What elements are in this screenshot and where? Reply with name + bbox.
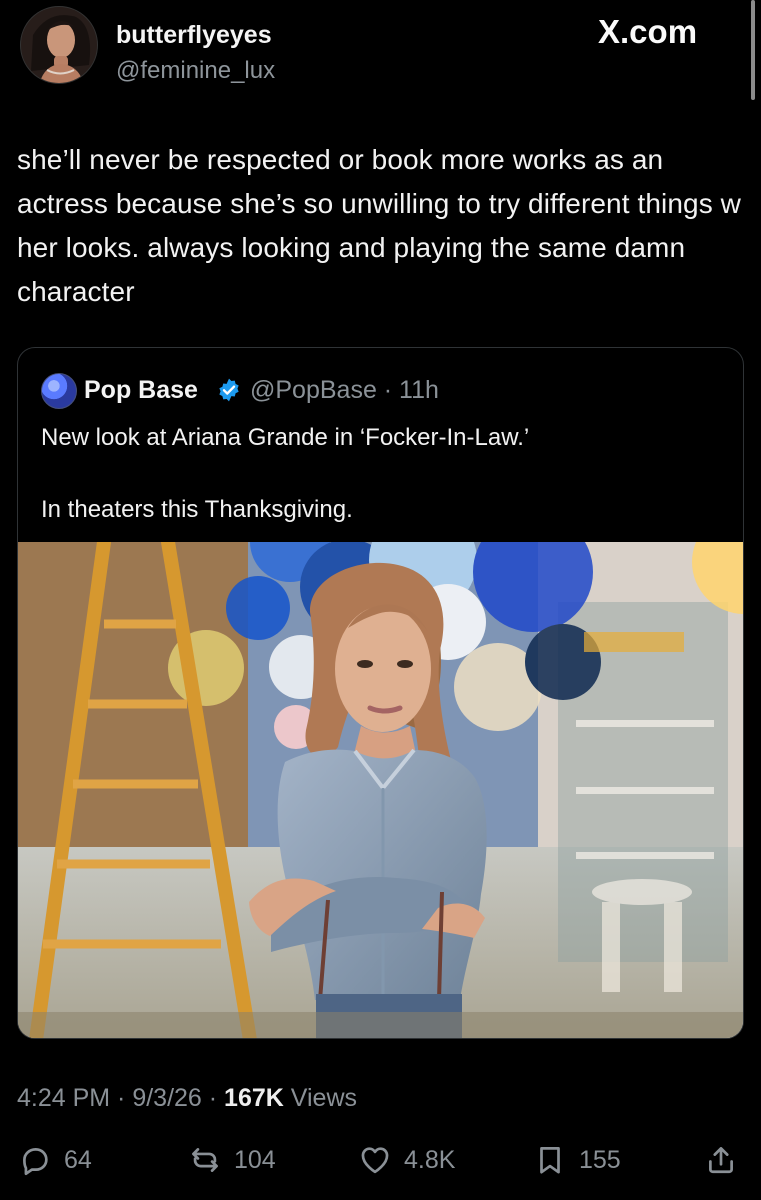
reply-button[interactable]: 64 — [18, 1136, 92, 1184]
display-name[interactable]: butterflyeyes — [116, 20, 272, 50]
views-count[interactable]: 167K — [224, 1084, 284, 1112]
heart-icon — [361, 1147, 389, 1174]
user-handle[interactable]: @feminine_lux — [116, 56, 275, 86]
tweet-actions-bar: 64 104 4.8K 155 — [0, 1136, 761, 1186]
avatar-photo — [31, 15, 91, 83]
quoted-tweet-card[interactable]: Pop Base @PopBase · 11h New look at Aria… — [17, 347, 744, 1039]
scrollbar[interactable] — [751, 0, 755, 100]
quoted-text-line-2: In theaters this Thanksgiving. — [41, 496, 353, 523]
timestamp-date[interactable]: 4:24 PM · 9/3/26 · — [17, 1084, 224, 1112]
quoted-tweet-header: Pop Base @PopBase · 11h — [41, 371, 721, 411]
bookmark-icon — [540, 1147, 560, 1174]
movie-still-photo — [18, 542, 743, 1038]
like-button[interactable]: 4.8K — [358, 1136, 455, 1184]
share-button[interactable] — [704, 1136, 738, 1184]
tweet-meta: 4:24 PM · 9/3/26 · 167K Views — [17, 1080, 357, 1116]
repost-button[interactable]: 104 — [188, 1136, 276, 1184]
bookmark-button[interactable]: 155 — [533, 1136, 621, 1184]
verified-badge-icon — [219, 378, 239, 402]
reply-icon — [23, 1148, 48, 1176]
bookmark-count: 155 — [579, 1145, 621, 1174]
tweet-text: she’ll never be respected or book more w… — [17, 144, 742, 307]
share-icon — [709, 1147, 733, 1174]
quoted-text-line-1: New look at Ariana Grande in ‘Focker-In-… — [41, 424, 530, 451]
avatar[interactable] — [20, 6, 98, 84]
x-com-label: X.com — [598, 13, 698, 50]
repost-count: 104 — [234, 1145, 276, 1174]
reply-count: 64 — [64, 1145, 92, 1174]
quoted-display-name[interactable]: Pop Base — [84, 373, 198, 407]
quoted-avatar[interactable] — [41, 373, 77, 409]
views-label: Views — [283, 1084, 357, 1112]
repost-icon — [192, 1148, 218, 1172]
quoted-handle-time[interactable]: @PopBase · 11h — [250, 373, 439, 407]
like-count: 4.8K — [404, 1145, 456, 1174]
quoted-media-image[interactable] — [18, 542, 743, 1038]
